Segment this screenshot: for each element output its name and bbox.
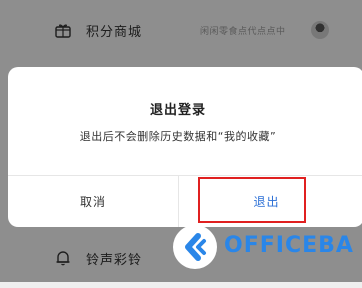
watermark-logo-icon [173,225,217,269]
watermark-text: OFFICEBA [224,233,354,258]
dialog-title: 退出登录 [149,103,206,118]
dialog-message: 退出后不会删除历史数据和“我的收藏” [79,130,277,143]
logout-dialog: 退出登录 退出后不会删除历史数据和“我的收藏” 取消 退出 [8,67,362,227]
cancel-button[interactable]: 取消 [8,176,178,227]
highlight-box [198,177,306,223]
